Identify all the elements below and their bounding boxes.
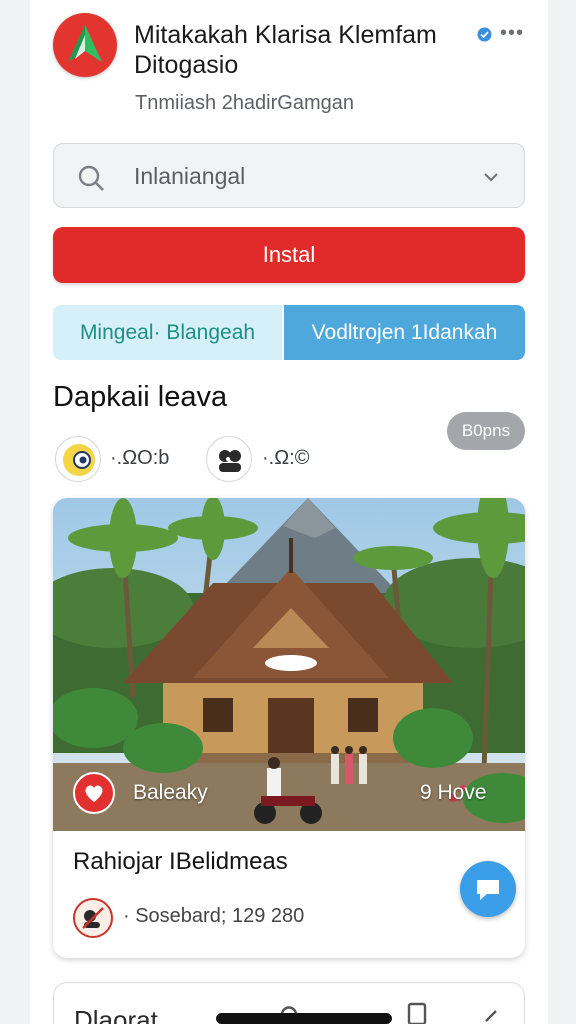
chevron-down-icon[interactable] (482, 168, 500, 186)
install-button[interactable]: Instal (53, 227, 525, 283)
post-card[interactable]: Baleaky 9 Hove Rahiojar IBelidmeas · Sos… (53, 498, 525, 958)
verified-icon (477, 27, 492, 42)
love-count: 9 Hove (420, 781, 487, 804)
segment-left-button[interactable]: Mingeal· Blangeah (53, 305, 282, 360)
segment-right-button[interactable]: Vodltrojen 1Idankah (284, 305, 525, 360)
like-label: Baleaky (133, 781, 208, 804)
section-title: Dapkaii leava (53, 381, 228, 413)
app-logo-icon (53, 13, 117, 77)
emoji-icon (55, 436, 101, 482)
chat-bubble-icon[interactable] (460, 861, 516, 917)
author-avatar[interactable] (73, 898, 113, 938)
search-input[interactable]: Inlaniangal (134, 163, 245, 190)
search-dropdown[interactable]: Inlaniangal (53, 143, 525, 208)
bookmark-icon[interactable] (404, 1001, 430, 1024)
arrow-icon[interactable] (482, 1005, 502, 1024)
home-indicator[interactable] (216, 1013, 392, 1024)
group-icon (206, 436, 252, 482)
card-title[interactable]: Rahiojar IBelidmeas (73, 848, 288, 876)
status-badge[interactable]: B0pns (447, 412, 525, 450)
app-subtitle: Tnmiiash 2hadirGamgan (135, 92, 354, 114)
stat-text: ·.ΩO:b (110, 447, 170, 469)
search-icon (76, 163, 106, 193)
stat-text: ·.Ω:© (262, 447, 310, 469)
app-title: Mitakakah Klarisa Klemfam Ditogasio (134, 21, 437, 79)
like-button[interactable] (73, 772, 115, 814)
more-icon[interactable]: ••• (500, 23, 526, 44)
next-card-title: Dlaorat (74, 1005, 158, 1024)
card-meta: · Sosebard; 129 280 (123, 905, 305, 927)
